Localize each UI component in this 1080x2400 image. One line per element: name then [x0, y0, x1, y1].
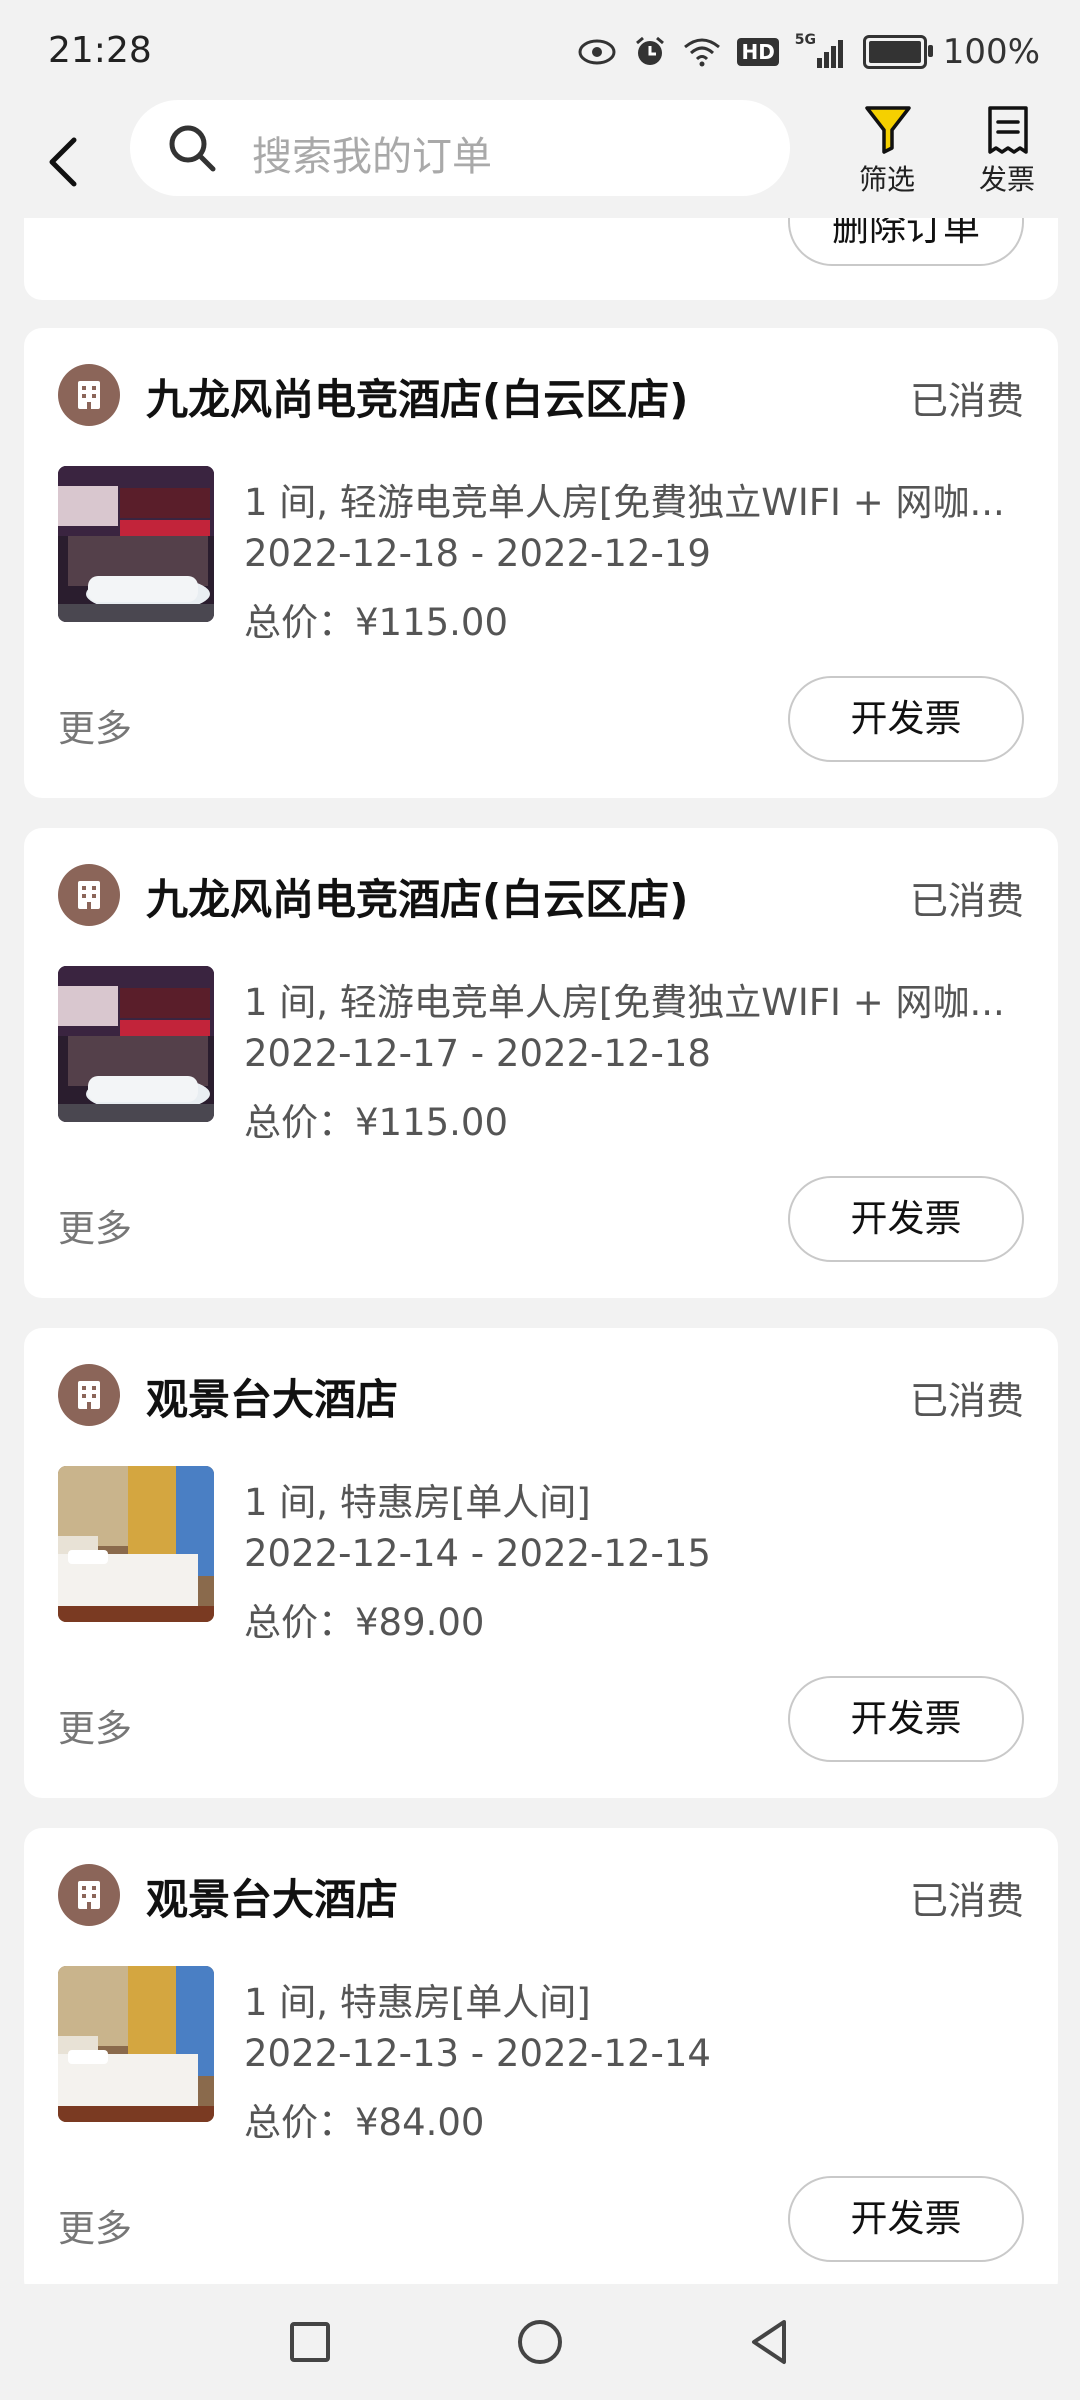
- delete-order-button[interactable]: 删除订单: [788, 218, 1024, 266]
- issue-invoice-button[interactable]: 开发票: [788, 2176, 1024, 2262]
- order-status: 已消费: [909, 379, 1024, 423]
- header: 搜索我的订单 筛选 发票: [0, 100, 1080, 218]
- room-info: 1 间, 轻游电竞单人房[免費独立WIFI + 网咖...: [244, 481, 1005, 524]
- order-card[interactable]: 观景台大酒店 已消费 1 间, 特惠房[单人间] 2022-12-14 - 20…: [24, 1328, 1058, 1798]
- stay-dates: 2022-12-17 - 2022-12-18: [244, 1032, 711, 1075]
- total-price: 总价：¥115.00: [244, 1101, 509, 1144]
- hotel-photo: [58, 1966, 214, 2122]
- invoice-label: 发票: [978, 163, 1035, 196]
- hotel-name: 观景台大酒店: [146, 1875, 399, 1924]
- delete-order-label: 删除订单: [832, 218, 980, 249]
- hotel-icon: [58, 1864, 120, 1926]
- stay-dates: 2022-12-14 - 2022-12-15: [244, 1532, 711, 1575]
- order-status: 已消费: [909, 879, 1024, 923]
- total-price: 总价：¥115.00: [244, 601, 509, 644]
- hotel-icon: [58, 864, 120, 926]
- hotel-icon: [58, 364, 120, 426]
- stay-dates: 2022-12-18 - 2022-12-19: [244, 532, 711, 575]
- battery-level: 100%: [942, 32, 1040, 72]
- signal-icon: 5G: [795, 32, 847, 68]
- wifi-icon: [684, 38, 721, 67]
- order-status: 已消费: [909, 1879, 1024, 1923]
- more-link[interactable]: 更多: [58, 1698, 132, 1752]
- total-price: 总价：¥89.00: [244, 1601, 485, 1644]
- more-link[interactable]: 更多: [58, 2198, 132, 2252]
- invoice-button[interactable]: 发票: [962, 100, 1052, 200]
- back-nav-icon[interactable]: [740, 2312, 800, 2372]
- room-info: 1 间, 特惠房[单人间]: [244, 1981, 591, 2024]
- hotel-photo: [58, 1466, 214, 1622]
- order-card-partial: 删除订单: [24, 218, 1058, 300]
- status-icons: HD 5G 100%: [577, 30, 1040, 74]
- issue-invoice-button[interactable]: 开发票: [788, 676, 1024, 762]
- battery-icon: [862, 35, 933, 69]
- recent-apps-icon[interactable]: [280, 2312, 340, 2372]
- search-icon: [169, 125, 216, 172]
- hotel-photo: [58, 466, 214, 622]
- issue-invoice-button[interactable]: 开发票: [788, 1176, 1024, 1262]
- more-link[interactable]: 更多: [58, 1198, 132, 1252]
- order-status: 已消费: [909, 1379, 1024, 1423]
- order-card[interactable]: 观景台大酒店 已消费 1 间, 特惠房[单人间] 2022-12-13 - 20…: [24, 1828, 1058, 2298]
- order-card[interactable]: 九龙风尚电竞酒店(白云区店) 已消费 1 间, 轻游电竞单人房[免費独立WIFI…: [24, 328, 1058, 798]
- issue-invoice-button[interactable]: 开发票: [788, 1676, 1024, 1762]
- alarm-icon: [636, 36, 665, 65]
- stay-dates: 2022-12-13 - 2022-12-14: [244, 2032, 711, 2075]
- hotel-icon: [58, 1364, 120, 1426]
- hotel-name: 观景台大酒店: [146, 1375, 399, 1424]
- hd-badge: HD: [737, 38, 779, 66]
- hotel-name: 九龙风尚电竞酒店(白云区店): [146, 375, 689, 424]
- room-info: 1 间, 特惠房[单人间]: [244, 1481, 591, 1524]
- eye-icon: [578, 39, 616, 65]
- filter-icon: [865, 106, 911, 154]
- room-info: 1 间, 轻游电竞单人房[免費独立WIFI + 网咖...: [244, 981, 1005, 1024]
- hotel-name: 九龙风尚电竞酒店(白云区店): [146, 875, 689, 924]
- status-bar: 21:28 HD 5G 100%: [0, 0, 1080, 100]
- filter-button[interactable]: 筛选: [842, 100, 932, 200]
- back-arrow-icon[interactable]: [34, 122, 94, 202]
- hotel-photo: [58, 966, 214, 1122]
- search-placeholder: 搜索我的订单: [252, 134, 492, 180]
- order-card[interactable]: 九龙风尚电竞酒店(白云区店) 已消费 1 间, 轻游电竞单人房[免費独立WIFI…: [24, 828, 1058, 1298]
- filter-label: 筛选: [858, 163, 915, 196]
- home-icon[interactable]: [510, 2312, 570, 2372]
- more-link[interactable]: 更多: [58, 698, 132, 752]
- search-input[interactable]: 搜索我的订单: [130, 100, 790, 196]
- receipt-icon: [988, 106, 1028, 154]
- system-nav-bar: [0, 2284, 1080, 2400]
- status-time: 21:28: [48, 30, 152, 71]
- total-price: 总价：¥84.00: [244, 2101, 485, 2144]
